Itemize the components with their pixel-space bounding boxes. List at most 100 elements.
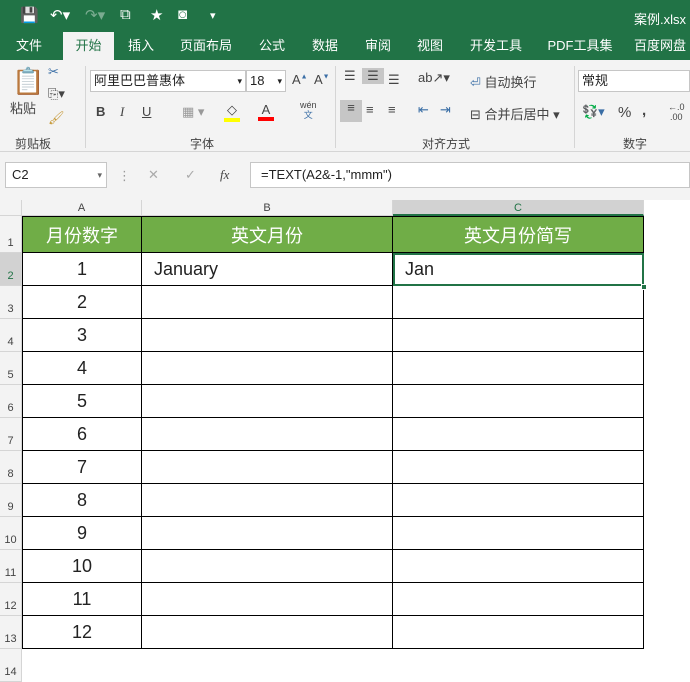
increase-indent-icon[interactable]: ⇥ — [440, 102, 451, 118]
row-header[interactable]: 11 — [0, 550, 22, 583]
cell[interactable] — [393, 319, 644, 352]
cell[interactable]: 10 — [22, 550, 142, 583]
fill-color-icon[interactable]: ◇ — [224, 102, 240, 122]
row-header[interactable]: 9 — [0, 484, 22, 517]
save-icon[interactable]: 💾 — [20, 6, 39, 24]
tab-home[interactable]: 开始 — [63, 32, 114, 60]
column-header-a[interactable]: A — [22, 200, 142, 216]
orientation-icon[interactable]: ab↗▾ — [418, 70, 450, 86]
format-painter-icon[interactable]: 🖌 — [48, 110, 65, 126]
tab-insert[interactable]: 插入 — [120, 32, 162, 60]
percent-button[interactable]: % — [618, 104, 631, 121]
cell[interactable]: 6 — [22, 418, 142, 451]
cell[interactable]: 4 — [22, 352, 142, 385]
tab-baidu-netdisk[interactable]: 百度网盘 — [630, 32, 690, 60]
font-size-select[interactable]: 18 ▾ — [246, 70, 286, 92]
cell[interactable]: Jan — [393, 253, 644, 286]
tab-page-layout[interactable]: 页面布局 — [175, 32, 237, 60]
tab-file[interactable]: 文件 — [5, 32, 53, 60]
cell[interactable] — [142, 484, 393, 517]
underline-button[interactable]: U — [142, 104, 151, 119]
cell[interactable] — [393, 286, 644, 319]
cell[interactable]: 9 — [22, 517, 142, 550]
cell[interactable] — [142, 550, 393, 583]
cell[interactable] — [393, 616, 644, 649]
row-header[interactable]: 6 — [0, 385, 22, 418]
cell[interactable] — [142, 583, 393, 616]
cell[interactable]: 3 — [22, 319, 142, 352]
camera-icon[interactable]: ◙ — [178, 6, 187, 23]
align-top-icon[interactable]: ☰ — [344, 68, 356, 84]
cell[interactable] — [142, 385, 393, 418]
formula-input[interactable]: =TEXT(A2&-1,"mmm") — [250, 162, 690, 188]
row-header[interactable]: 3 — [0, 286, 22, 319]
cancel-icon[interactable]: ✕ — [148, 167, 159, 183]
name-box[interactable]: C2 ▾ — [5, 162, 107, 188]
increase-font-icon[interactable]: A▲ — [292, 72, 308, 87]
fill-handle[interactable] — [641, 284, 647, 290]
cell[interactable]: 2 — [22, 286, 142, 319]
row-header[interactable]: 8 — [0, 451, 22, 484]
customize-qa-icon[interactable]: ▾ — [210, 9, 216, 22]
cell[interactable] — [142, 286, 393, 319]
cell[interactable] — [142, 616, 393, 649]
cell[interactable]: 1 — [22, 253, 142, 286]
row-header[interactable]: 10 — [0, 517, 22, 550]
font-name-select[interactable]: 阿里巴巴普惠体 ▾ — [90, 70, 246, 92]
align-bottom-icon[interactable]: ☰ — [388, 72, 400, 88]
bold-button[interactable]: B — [96, 104, 105, 119]
enter-icon[interactable]: ✓ — [185, 167, 196, 183]
cell[interactable]: 8 — [22, 484, 142, 517]
cell[interactable]: January — [142, 253, 393, 286]
increase-decimal-icon[interactable]: ←.0.00 — [668, 102, 685, 122]
column-header-c[interactable]: C — [393, 200, 644, 216]
borders-icon[interactable]: ▦ ▾ — [182, 104, 204, 120]
cell[interactable] — [393, 352, 644, 385]
cell[interactable] — [142, 319, 393, 352]
cell[interactable] — [142, 517, 393, 550]
cell[interactable] — [142, 418, 393, 451]
redo-icon[interactable]: ↷▾ — [85, 6, 105, 24]
phonetic-icon[interactable]: wén 文 — [300, 100, 317, 120]
cell[interactable] — [393, 517, 644, 550]
tab-developer[interactable]: 开发工具 — [465, 32, 527, 60]
undo-icon[interactable]: ↶▾ — [50, 6, 70, 24]
cell[interactable]: 12 — [22, 616, 142, 649]
align-middle-icon[interactable]: ☰ — [362, 68, 384, 84]
cell[interactable] — [393, 583, 644, 616]
cell[interactable] — [393, 484, 644, 517]
favorite-icon[interactable]: ★ — [150, 6, 163, 24]
header-cell[interactable]: 英文月份 — [142, 216, 393, 253]
cut-icon[interactable]: ✂ — [48, 64, 59, 80]
cell[interactable] — [142, 451, 393, 484]
row-header[interactable]: 2 — [0, 253, 22, 286]
number-format-select[interactable]: 常规 — [578, 70, 690, 92]
tab-review[interactable]: 审阅 — [358, 32, 398, 60]
italic-button[interactable]: I — [120, 104, 124, 120]
tab-formulas[interactable]: 公式 — [252, 32, 292, 60]
comma-button[interactable]: , — [642, 102, 646, 119]
cell[interactable] — [393, 451, 644, 484]
row-header[interactable]: 1 — [0, 216, 22, 253]
cell[interactable] — [393, 385, 644, 418]
column-header-b[interactable]: B — [142, 200, 393, 216]
cell[interactable] — [393, 550, 644, 583]
currency-icon[interactable]: 💱▾ — [582, 104, 605, 120]
header-cell[interactable]: 月份数字 — [22, 216, 142, 253]
header-cell[interactable]: 英文月份简写 — [393, 216, 644, 253]
row-header[interactable]: 5 — [0, 352, 22, 385]
row-header[interactable]: 13 — [0, 616, 22, 649]
decrease-indent-icon[interactable]: ⇤ — [418, 102, 429, 118]
align-right-icon[interactable]: ≡ — [388, 102, 396, 117]
copy-icon[interactable]: ⎘▾ — [48, 86, 65, 102]
cell[interactable]: 11 — [22, 583, 142, 616]
merge-center-button[interactable]: ⊟ 合并后居中 ▾ — [470, 104, 560, 123]
select-all-button[interactable] — [0, 200, 22, 216]
row-header[interactable]: 4 — [0, 319, 22, 352]
align-center-icon[interactable]: ≡ — [366, 102, 374, 117]
align-left-icon[interactable]: ≡ — [340, 100, 362, 122]
insert-function-button[interactable]: fx — [220, 167, 229, 183]
font-color-icon[interactable]: A — [258, 102, 274, 121]
row-header[interactable]: 14 — [0, 649, 22, 682]
wrap-text-button[interactable]: ⏎ 自动换行 — [470, 72, 537, 91]
